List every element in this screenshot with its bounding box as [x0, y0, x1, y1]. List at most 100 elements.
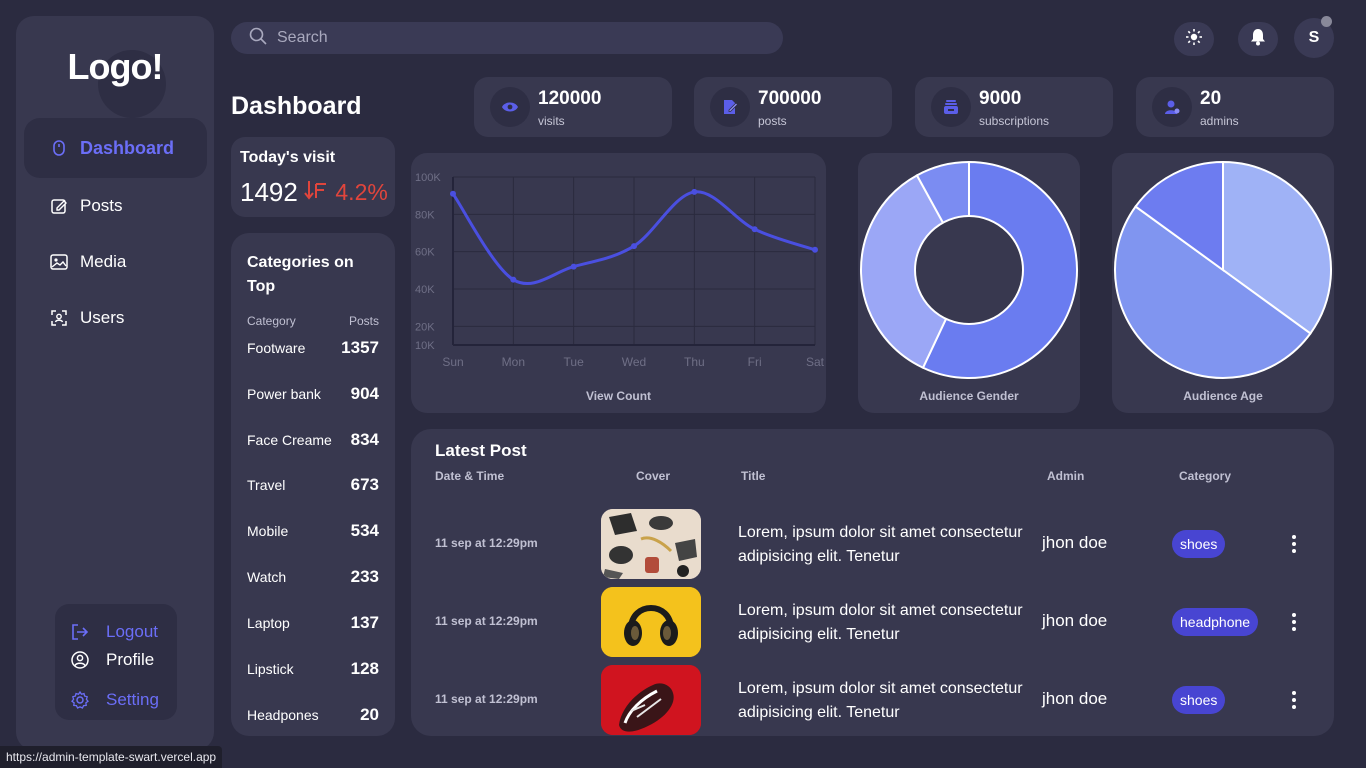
column-header: Cover — [636, 469, 671, 483]
table-row[interactable]: 11 sep at 12:29pm Lorem, ipsum dolor sit… — [411, 665, 1334, 735]
category-badge[interactable]: headphone — [1172, 608, 1259, 636]
category-row[interactable]: Travel 673 — [247, 475, 379, 495]
y-tick-label: 20K — [415, 321, 435, 333]
category-name: Face Creame — [247, 432, 332, 448]
sidebar-item-users[interactable]: Users — [24, 288, 207, 348]
x-tick-label: Mon — [502, 355, 525, 369]
category-badge[interactable]: shoes — [1172, 530, 1226, 558]
card-title: Latest Post — [435, 441, 527, 460]
more-options-icon[interactable] — [1287, 610, 1301, 634]
status-dot — [1321, 16, 1332, 27]
sidebar-item-label: Users — [80, 308, 125, 327]
page-title: Dashboard — [231, 92, 362, 120]
stat-label: visits — [538, 114, 565, 128]
post-cover-image[interactable] — [601, 509, 701, 579]
category-row[interactable]: Laptop 137 — [247, 613, 379, 633]
view-count-chart: 100K 80K 60K 40K 20K 10K Sun Mon Tue Wed Thu Fri Sat… — [411, 153, 826, 413]
bell-icon — [1250, 28, 1266, 51]
post-admin: jhon doe — [1042, 533, 1108, 552]
category-count: 128 — [350, 659, 379, 678]
data-point — [450, 190, 456, 197]
card-title: Categories on Top — [247, 254, 354, 295]
donut-hole — [914, 215, 1024, 325]
stat-value: 20 — [1200, 88, 1222, 109]
post-date: 11 sep at 12:29pm — [435, 614, 538, 628]
category-count: 673 — [350, 475, 379, 494]
logo[interactable]: Logo! — [16, 46, 214, 88]
x-tick-label: Fri — [748, 355, 762, 369]
search-icon[interactable] — [249, 27, 267, 50]
table-row[interactable]: 11 sep at 12:29pm Lorem, ipsum dolor sit… — [411, 509, 1334, 579]
category-row[interactable]: Mobile 534 — [247, 521, 379, 541]
avatar[interactable]: S — [1294, 16, 1334, 58]
category-name: Headpones — [247, 707, 319, 723]
table-row[interactable]: 11 sep at 12:29pm Lorem, ipsum dolor sit… — [411, 587, 1334, 657]
subscription-icon — [931, 87, 971, 127]
x-tick-label: Thu — [684, 355, 705, 369]
post-icon — [710, 87, 750, 127]
edit-icon — [50, 197, 68, 215]
data-point — [570, 263, 577, 270]
category-name: Travel — [247, 477, 286, 493]
stat-card-admins: 20 admins — [1136, 77, 1334, 137]
category-row[interactable]: Headpones 20 — [247, 705, 379, 725]
data-point — [691, 188, 698, 195]
chart-caption: Audience Age — [1183, 389, 1263, 403]
audience-age-chart: Audience Age — [1112, 153, 1334, 413]
category-row[interactable]: Face Creame 834 — [247, 430, 379, 450]
column-header: Posts — [348, 314, 379, 328]
setting-button[interactable]: Setting — [70, 690, 159, 710]
stat-value: 9000 — [979, 88, 1022, 109]
mouse-icon — [50, 139, 68, 157]
profile-button[interactable]: Profile — [70, 650, 154, 670]
sidebar-item-label: Media — [80, 252, 127, 271]
category-row[interactable]: Lipstick 128 — [247, 659, 379, 679]
chart-caption: Audience Gender — [919, 389, 1019, 403]
stat-value: 700000 — [758, 88, 822, 109]
sidebar-item-label: Posts — [80, 196, 123, 215]
visit-count: 1492 — [240, 177, 298, 207]
category-name: Power bank — [247, 386, 321, 402]
column-header: Admin — [1047, 469, 1085, 483]
sun-icon — [1185, 28, 1203, 51]
more-options-icon[interactable] — [1287, 532, 1301, 556]
search-input[interactable] — [277, 29, 757, 47]
category-count: 534 — [350, 521, 379, 540]
card-title: Today's visit — [240, 149, 336, 166]
search-bar — [231, 22, 783, 54]
notifications-button[interactable] — [1238, 22, 1278, 56]
stat-card-posts: 700000 posts — [694, 77, 892, 137]
post-admin: jhon doe — [1042, 611, 1108, 630]
category-row[interactable]: Power bank 904 — [247, 384, 379, 404]
column-header: Date & Time — [435, 469, 505, 483]
post-title[interactable]: Lorem, ipsum dolor sit amet consectetur … — [738, 677, 1028, 725]
y-tick-label: 40K — [415, 284, 435, 296]
x-tick-label: Tue — [564, 355, 585, 369]
category-count: 834 — [350, 430, 379, 449]
post-title[interactable]: Lorem, ipsum dolor sit amet consectetur … — [738, 599, 1028, 647]
status-url: https://admin-template-swart.vercel.app — [0, 746, 223, 768]
category-row[interactable]: Watch 233 — [247, 567, 379, 587]
post-cover-image[interactable] — [601, 587, 701, 657]
flatlay-illustration — [601, 509, 701, 579]
delta-value: 4.2% — [335, 179, 388, 205]
trend-down-icon — [303, 179, 335, 205]
category-badge[interactable]: shoes — [1172, 686, 1226, 714]
stat-card-subscriptions: 9000 subscriptions — [915, 77, 1113, 137]
column-header: Title — [741, 469, 766, 483]
category-row[interactable]: Footware 1357 — [247, 338, 379, 358]
more-options-icon[interactable] — [1287, 688, 1301, 712]
post-cover-image[interactable] — [601, 665, 701, 735]
y-tick-label: 10K — [415, 340, 435, 352]
category-count: 20 — [360, 705, 379, 724]
post-title[interactable]: Lorem, ipsum dolor sit amet consectetur … — [738, 521, 1028, 569]
admin-icon — [1152, 87, 1192, 127]
theme-toggle-button[interactable] — [1174, 22, 1214, 56]
logout-button[interactable]: Logout — [70, 622, 158, 642]
sidebar-item-posts[interactable]: Posts — [24, 176, 207, 236]
sidebar-item-media[interactable]: Media — [24, 232, 207, 292]
users-icon — [50, 309, 68, 327]
data-point — [631, 243, 637, 250]
sidebar-item-dashboard[interactable]: Dashboard — [24, 118, 207, 178]
stat-card-visits: 120000 visits — [474, 77, 672, 137]
